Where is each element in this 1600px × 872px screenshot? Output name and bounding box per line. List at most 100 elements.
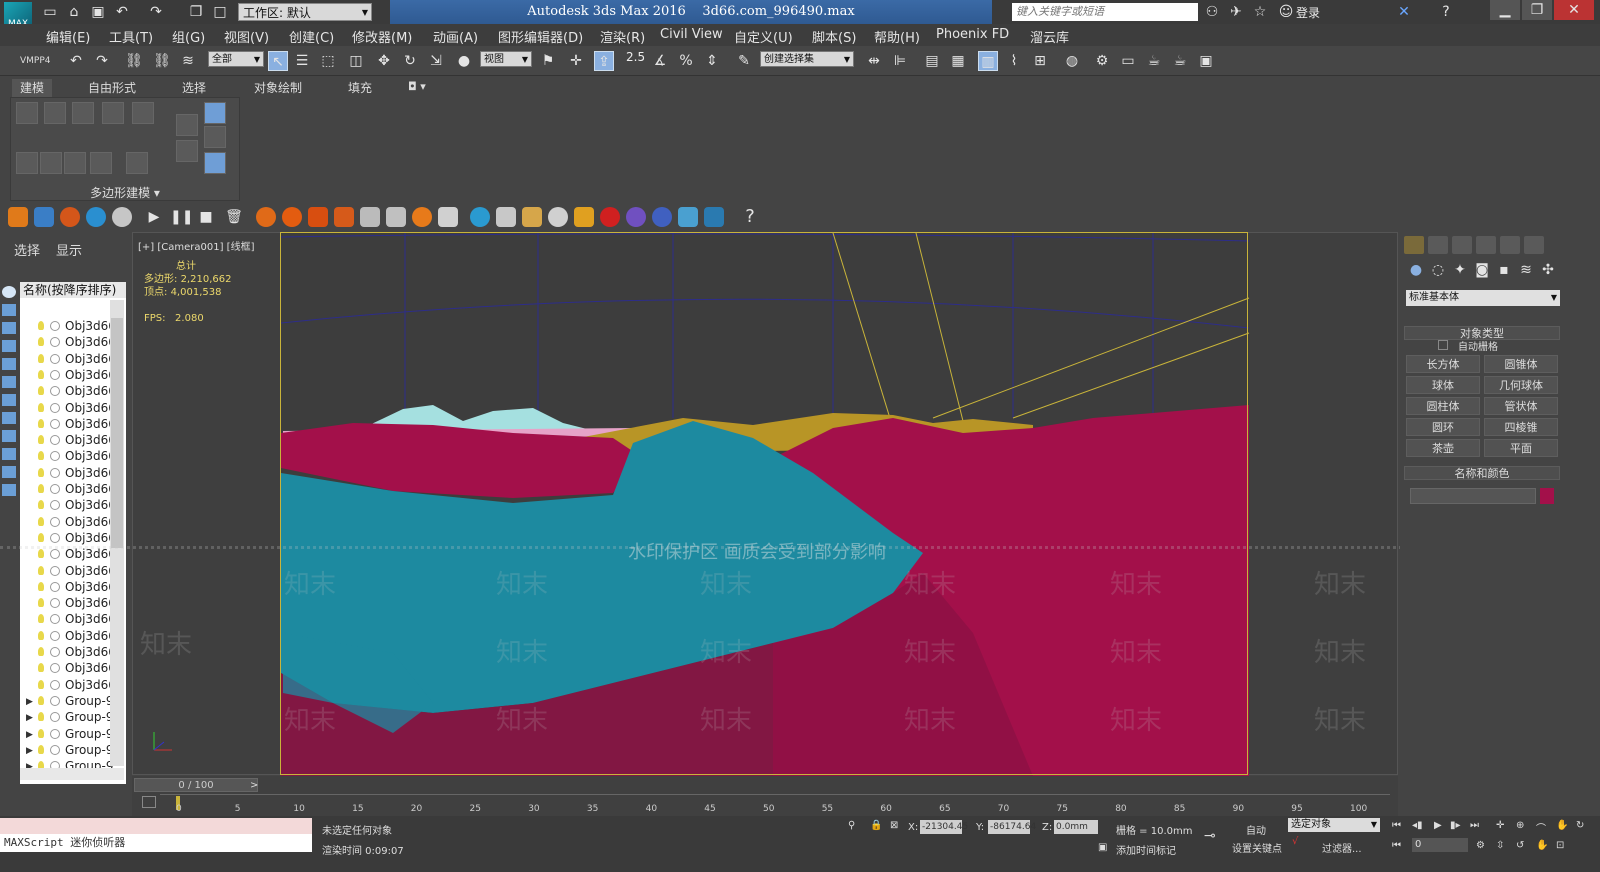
helpers-icon[interactable]: ▪: [1494, 260, 1514, 280]
layers-icon[interactable]: ▦: [948, 51, 968, 71]
close-button[interactable]: ✕: [1554, 0, 1594, 20]
transform-gizmo-icon[interactable]: ✛: [566, 51, 586, 71]
fire-preset-3-icon[interactable]: [308, 207, 328, 227]
list-item[interactable]: Obj3d66: [20, 497, 118, 513]
list-item[interactable]: Obj3d66: [20, 563, 118, 579]
align-icon[interactable]: ⊫: [890, 51, 910, 71]
fire-preset-5-icon[interactable]: [412, 207, 432, 227]
tab-object-paint[interactable]: 对象绘制: [246, 79, 310, 97]
menu-tools[interactable]: 工具(T): [109, 27, 153, 46]
grow-icon[interactable]: [40, 152, 62, 174]
stop-icon[interactable]: ■: [196, 207, 216, 227]
material-editor-icon[interactable]: ◍: [1062, 51, 1082, 71]
rectangle-selection-icon[interactable]: ⬚: [318, 51, 338, 71]
x-coordinate-field[interactable]: -21304.45: [920, 820, 968, 834]
menu-liuyun[interactable]: 溜云库: [1030, 27, 1069, 46]
project-folder-icon[interactable]: ❐: [186, 2, 206, 22]
filter-xrefs-icon[interactable]: [2, 412, 16, 424]
list-item[interactable]: Obj3d66: [20, 334, 118, 350]
set-key-button[interactable]: 设置关键点: [1232, 840, 1282, 855]
vertex-icon[interactable]: [16, 102, 38, 124]
expand-icon[interactable]: ▶: [26, 710, 33, 726]
go-to-end-icon[interactable]: ⏭: [1470, 820, 1479, 831]
list-item[interactable]: Obj3d66: [20, 677, 118, 693]
liquid-source-icon[interactable]: [86, 207, 106, 227]
list-item[interactable]: Obj3d66: [20, 644, 118, 660]
scene-list-scroll-thumb[interactable]: [111, 318, 123, 548]
absolute-mode-icon[interactable]: ⊠: [890, 820, 898, 831]
edit-named-selection-icon[interactable]: ✎: [734, 51, 754, 71]
tab-modeling[interactable]: 建模: [12, 79, 53, 97]
list-item[interactable]: Obj3d66: [20, 595, 118, 611]
lightbulb-icon[interactable]: [38, 321, 44, 330]
lightbulb-icon[interactable]: [38, 500, 44, 510]
object-name-field[interactable]: [1410, 488, 1536, 504]
filter-lights-icon[interactable]: [2, 322, 16, 334]
list-item[interactable]: Obj3d66: [20, 383, 118, 399]
plane-button[interactable]: 平面: [1484, 439, 1558, 457]
list-item[interactable]: Obj3d66: [20, 400, 118, 416]
visibility-icon[interactable]: [50, 663, 60, 674]
lightbulb-icon[interactable]: [38, 484, 44, 493]
cylinder-button[interactable]: 圆柱体: [1406, 397, 1480, 415]
selection-filter-dropdown[interactable]: 全部 ▼: [208, 51, 264, 67]
percent-snap-icon[interactable]: %: [676, 51, 696, 71]
modify-tab-icon[interactable]: [1428, 236, 1448, 254]
systems-icon[interactable]: ✣: [1538, 260, 1558, 280]
milk-preset-icon[interactable]: [496, 207, 516, 227]
tube-button[interactable]: 管状体: [1484, 397, 1558, 415]
lightbulb-icon[interactable]: [38, 663, 44, 673]
menu-animation[interactable]: 动画(A): [433, 27, 478, 46]
lightbulb-icon[interactable]: [38, 598, 44, 608]
list-item[interactable]: ▶Group-9: [20, 709, 118, 725]
list-item[interactable]: Obj3d66: [20, 514, 118, 530]
display-tab-icon[interactable]: [1500, 236, 1520, 254]
visibility-icon[interactable]: [50, 728, 60, 739]
time-tag-icon[interactable]: ▣: [1098, 842, 1107, 853]
menu-modifiers[interactable]: 修改器(M): [352, 27, 412, 46]
list-item[interactable]: Obj3d66: [20, 416, 118, 432]
object-color-swatch[interactable]: [1540, 488, 1554, 504]
filter-cameras-icon[interactable]: [2, 340, 16, 352]
visibility-icon[interactable]: [50, 695, 60, 706]
autogrid-checkbox[interactable]: [1438, 340, 1448, 350]
smoke-preset-icon[interactable]: [360, 207, 380, 227]
visibility-icon[interactable]: [50, 500, 60, 511]
scene-explorer-icon[interactable]: ▥: [978, 51, 998, 71]
lightbulb-icon[interactable]: [38, 402, 44, 412]
vmpp-label[interactable]: VMPP4: [20, 56, 51, 66]
orbit-icon[interactable]: ↻: [1576, 820, 1584, 831]
shrink-icon[interactable]: [16, 152, 38, 174]
visibility-icon[interactable]: [50, 679, 60, 690]
show-result-icon[interactable]: [204, 126, 226, 148]
visibility-icon[interactable]: [50, 614, 60, 625]
spacewarps-icon[interactable]: ≋: [1516, 260, 1536, 280]
visibility-icon[interactable]: [50, 516, 60, 527]
search-input[interactable]: 键入关键字或短语: [1012, 3, 1198, 21]
menu-create[interactable]: 创建(C): [289, 27, 334, 46]
filter-geometry-icon[interactable]: [2, 286, 16, 298]
time-slider-right-icon[interactable]: >: [250, 780, 258, 791]
lightbulb-icon[interactable]: [38, 549, 44, 559]
filter-bones-icon[interactable]: [2, 430, 16, 442]
menu-scripting[interactable]: 脚本(S): [812, 27, 856, 46]
edge-icon[interactable]: [44, 102, 66, 124]
filters-button[interactable]: 过滤器...: [1322, 840, 1362, 855]
lightbulb-icon[interactable]: [38, 744, 44, 754]
login-link[interactable]: 登录: [1296, 4, 1320, 21]
lightbulb-icon[interactable]: [38, 647, 44, 656]
lock-selection-icon[interactable]: ⚲: [848, 820, 855, 831]
maximize-button[interactable]: ❐: [1522, 0, 1552, 20]
menu-view[interactable]: 视图(V): [224, 27, 269, 46]
visibility-icon[interactable]: [50, 451, 60, 462]
phoenix-fire-icon[interactable]: [8, 207, 28, 227]
new-file-icon[interactable]: ▭: [40, 2, 60, 22]
menu-rendering[interactable]: 渲染(R): [600, 27, 645, 46]
geometry-icon[interactable]: ●: [1406, 260, 1426, 280]
scene-list-hscrollbar[interactable]: [20, 768, 124, 780]
render-production-icon[interactable]: ☕: [1170, 51, 1190, 71]
list-item[interactable]: ▶Group-9: [20, 742, 118, 758]
maximize-viewport-icon[interactable]: ⊡: [1556, 840, 1564, 851]
visibility-icon[interactable]: [50, 467, 60, 478]
zoom-all-icon[interactable]: ⊕: [1516, 820, 1524, 831]
